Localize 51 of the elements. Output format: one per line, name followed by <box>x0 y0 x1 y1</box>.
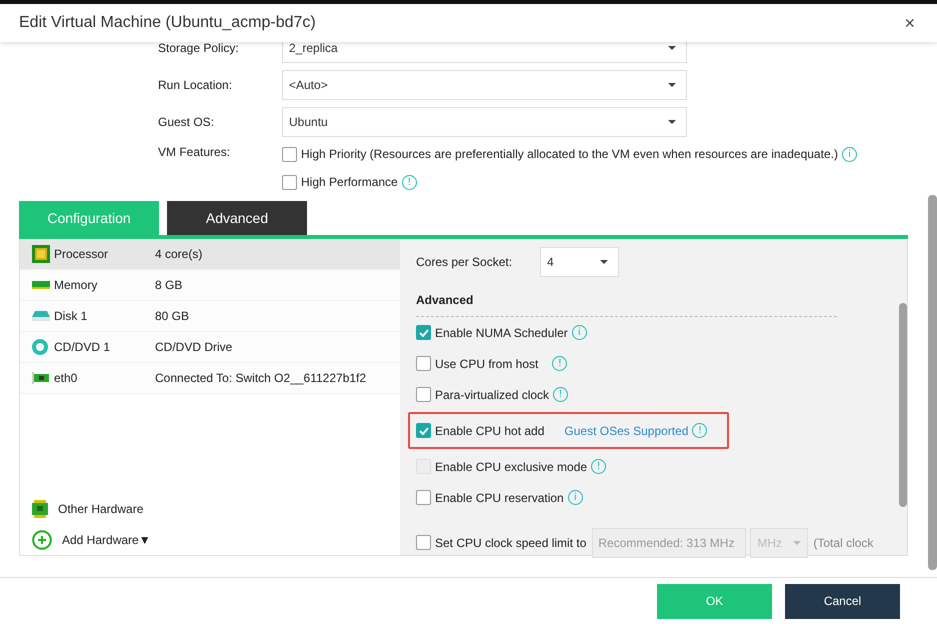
disc-icon <box>32 339 48 355</box>
checkbox-label: High Priority (Resources are preferentially allocated to the VM even when resources are inadequate.) <box>301 147 838 161</box>
circuit-board-icon <box>32 500 48 518</box>
dropdown[interactable]: 4 <box>540 247 619 277</box>
note-text: (Total clock <box>813 536 874 550</box>
caret-icon <box>668 82 676 86</box>
add-hardware-link[interactable]: Add Hardware▼ <box>62 532 151 546</box>
checkbox-label: Enable CPU hot add <box>435 424 544 438</box>
dropdown[interactable]: 2_replica <box>282 42 687 62</box>
caret-icon <box>600 260 608 264</box>
checkbox[interactable] <box>416 356 431 371</box>
checkbox[interactable] <box>416 490 431 505</box>
checkbox[interactable] <box>416 423 431 438</box>
cancel-button[interactable]: Cancel <box>785 584 900 618</box>
checkbox[interactable] <box>282 146 297 162</box>
other-hardware-label: Other Hardware <box>58 502 144 516</box>
dropdown[interactable]: <Auto> <box>282 70 687 100</box>
dropdown[interactable]: Ubuntu <box>282 106 687 136</box>
checkbox-label: Enable CPU reservation <box>435 490 564 504</box>
field-label: Storage Policy: <box>158 42 240 54</box>
checkbox[interactable] <box>416 325 431 340</box>
scrollbar[interactable] <box>928 195 937 570</box>
caret-icon <box>793 540 802 544</box>
memory-icon <box>32 281 50 289</box>
checkbox-label: Enable NUMA Scheduler <box>435 326 568 340</box>
checkbox[interactable] <box>282 174 297 190</box>
chip-icon <box>32 245 50 263</box>
disk-icon <box>32 311 50 321</box>
caret-icon <box>668 46 676 50</box>
window-title: Edit Virtual Machine (Ubuntu_acmp-bd7c) <box>19 14 316 32</box>
tab[interactable]: Advanced <box>167 201 307 235</box>
checkbox-label: Enable CPU exclusive mode <box>435 460 588 474</box>
hardware-row[interactable]: Processor 4 core(s) <box>20 239 400 270</box>
checkbox[interactable] <box>416 387 431 402</box>
caret-icon <box>668 120 676 124</box>
checkbox-label: High Performance <box>301 175 398 189</box>
scrollbar[interactable] <box>899 303 907 507</box>
add-icon <box>32 530 52 550</box>
network-card-icon <box>32 372 49 384</box>
section-heading: Advanced <box>416 293 474 307</box>
checkbox-label: Para-virtualized clock <box>435 388 550 402</box>
checkbox-label: Set CPU clock speed limit to <box>435 536 586 550</box>
field-label: Cores per Socket: <box>416 255 514 269</box>
check-icon <box>418 328 428 336</box>
field-label: VM Features: <box>158 145 232 159</box>
check-icon <box>418 426 428 434</box>
field-label: Run Location: <box>158 78 234 92</box>
checkbox[interactable] <box>416 535 431 550</box>
field-label: Guest OS: <box>158 114 216 128</box>
checkbox-label: Use CPU from host <box>435 356 538 370</box>
close-button[interactable]: × <box>902 12 917 34</box>
